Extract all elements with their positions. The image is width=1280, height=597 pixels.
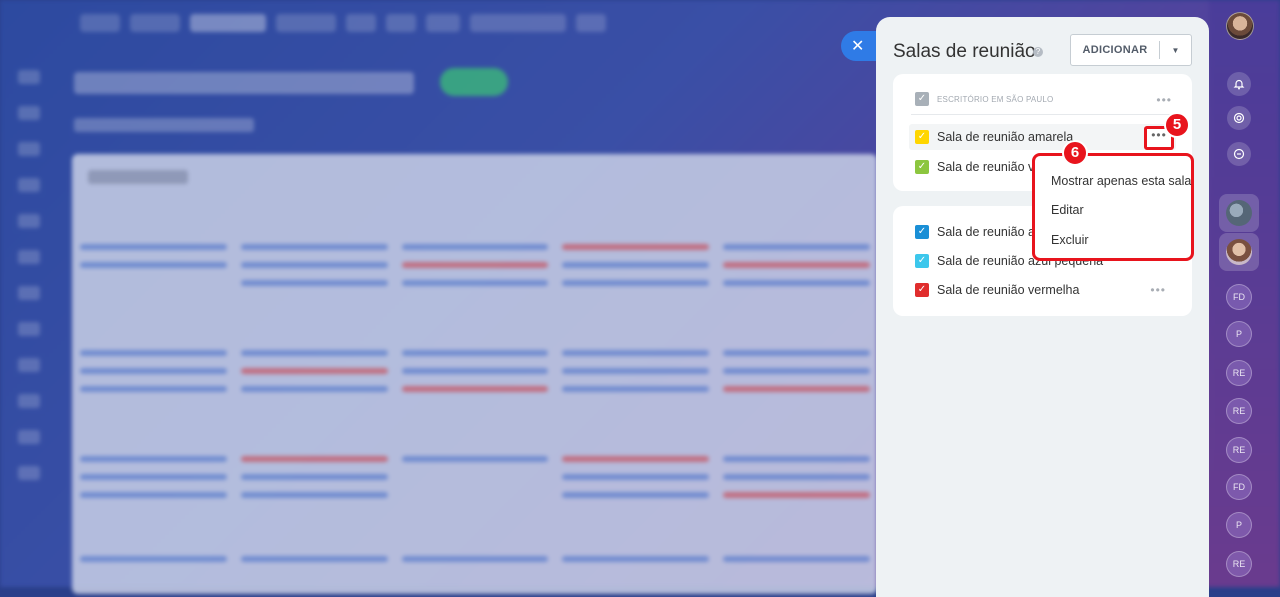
group-label: ESCRITÓRIO EM SÃO PAULO	[937, 94, 1054, 104]
room-item-amarela[interactable]: ✓ Sala de reunião amarela	[909, 124, 1176, 150]
step-badge-6: 6	[1062, 140, 1088, 166]
background-event-row	[80, 280, 870, 286]
spiral-icon[interactable]	[1227, 106, 1251, 130]
divider	[911, 114, 1173, 115]
room-name: Sala de reunião amarela	[937, 130, 1074, 144]
add-button-label: ADICIONAR	[1082, 44, 1148, 56]
contact-initials[interactable]: RE	[1226, 398, 1252, 424]
background-pill	[440, 68, 508, 96]
check-icon[interactable]: ✓	[915, 92, 929, 106]
step-badge-5: 5	[1164, 112, 1190, 138]
room-context-menu: Mostrar apenas esta sala Editar Excluir	[1032, 153, 1194, 261]
contact-initials[interactable]: P	[1226, 512, 1252, 538]
check-icon[interactable]: ✓	[915, 130, 929, 144]
right-toolbar: FD P RE RE RE FD P RE	[1214, 0, 1274, 587]
room-item-vermelha[interactable]: ✓ Sala de reunião vermelha •••	[909, 277, 1176, 303]
add-button[interactable]: ADICIONAR ▼	[1070, 34, 1192, 66]
contact-tile[interactable]	[1219, 194, 1259, 232]
group-header[interactable]: ✓ ESCRITÓRIO EM SÃO PAULO	[915, 91, 1170, 107]
more-dots-icon[interactable]: •••	[1150, 284, 1166, 296]
background-top-nav	[80, 14, 606, 32]
room-name: Sala de reunião vermelha	[937, 283, 1080, 297]
background-event-row	[80, 456, 870, 462]
background-event-row	[80, 474, 870, 480]
background-event-row	[80, 556, 870, 562]
background-subtitle	[74, 118, 254, 132]
check-icon[interactable]: ✓	[915, 254, 929, 268]
contact-initials[interactable]: P	[1226, 321, 1252, 347]
background-event-row	[80, 492, 870, 498]
contact-avatar	[1226, 200, 1252, 226]
panel-title: Salas de reunião	[893, 41, 1036, 62]
background-event-row	[80, 368, 870, 374]
background-event-row	[80, 350, 870, 356]
background-calendar-grid	[72, 154, 877, 594]
search-chat-icon[interactable]	[1227, 142, 1251, 166]
close-icon: ✕	[851, 38, 865, 55]
menu-item-delete[interactable]: Excluir	[1051, 233, 1089, 247]
check-icon[interactable]: ✓	[915, 283, 929, 297]
contact-initials[interactable]: RE	[1226, 360, 1252, 386]
background-calendar-month	[88, 170, 188, 184]
background-event-row	[80, 386, 870, 392]
more-dots-icon[interactable]: •••	[1156, 94, 1172, 106]
contact-avatar	[1226, 239, 1252, 265]
menu-item-show-only[interactable]: Mostrar apenas esta sala	[1051, 174, 1191, 188]
contact-tile[interactable]	[1219, 233, 1259, 271]
background-title	[74, 72, 414, 94]
meeting-rooms-panel: Salas de reunião ? ADICIONAR ▼ ✓ ESCRITÓ…	[876, 17, 1209, 597]
check-icon[interactable]: ✓	[915, 160, 929, 174]
contact-initials[interactable]: RE	[1226, 551, 1252, 577]
bell-icon[interactable]	[1227, 72, 1251, 96]
check-icon[interactable]: ✓	[915, 225, 929, 239]
user-avatar[interactable]	[1226, 12, 1254, 40]
help-icon[interactable]: ?	[1033, 47, 1043, 57]
background-event-row	[80, 244, 870, 250]
chevron-down-icon[interactable]: ▼	[1160, 46, 1191, 55]
background-left-bar	[18, 70, 40, 480]
contact-initials[interactable]: RE	[1226, 437, 1252, 463]
menu-item-edit[interactable]: Editar	[1051, 203, 1084, 217]
contact-initials[interactable]: FD	[1226, 474, 1252, 500]
background-event-row	[80, 262, 870, 268]
contact-initials[interactable]: FD	[1226, 284, 1252, 310]
